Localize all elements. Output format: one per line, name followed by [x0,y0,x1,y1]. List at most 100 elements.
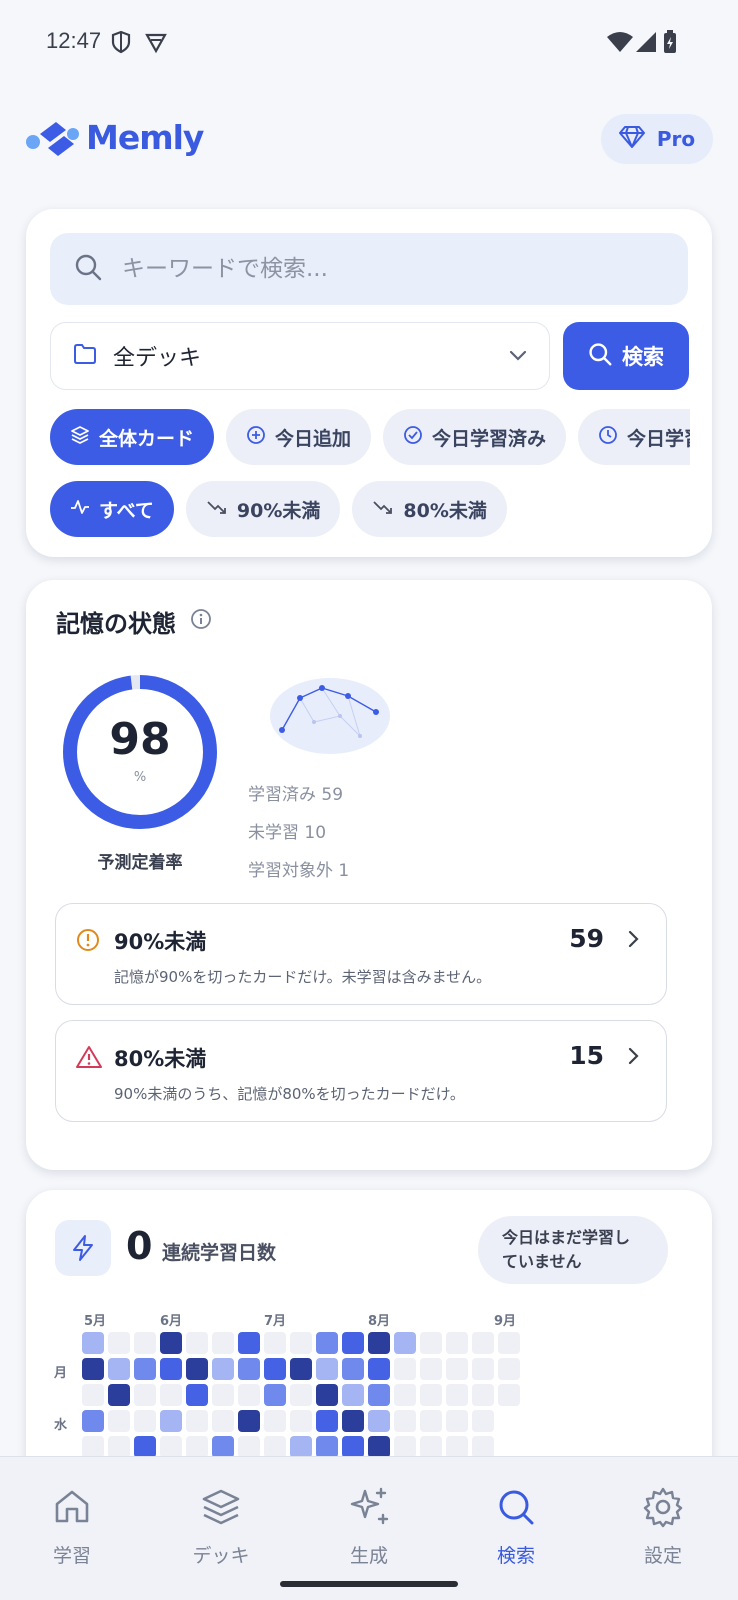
heatmap-cell [82,1332,104,1354]
heatmap-cell [342,1358,364,1380]
heatmap-cell [134,1384,156,1406]
heatmap-cell [498,1358,520,1380]
stat-unstudied: 未学習 10 [248,823,327,843]
nav-label: 検索 [496,1545,535,1567]
heatmap-cell [342,1410,364,1432]
threshold-chip-label: 90%未満 [236,499,321,522]
threshold-chip-under-90[interactable]: 90%未満 [185,481,341,537]
trending-down-icon [372,498,394,521]
home-indicator[interactable] [280,1581,458,1587]
threshold-chip-all[interactable]: すべて [50,481,174,537]
heatmap-cell [264,1358,286,1380]
heatmap-cell [316,1358,338,1380]
nav-item-settings[interactable]: 設定 [613,1483,713,1568]
heatmap-cell [420,1384,442,1406]
threshold-title: 80%未満 [114,1047,207,1071]
heatmap-cell [498,1384,520,1406]
search-field[interactable] [50,233,688,305]
nav-item-generate[interactable]: 生成 [319,1483,419,1568]
day-label: 水 [54,1418,68,1433]
activity-icon [70,497,90,522]
home-icon [22,1483,122,1531]
heatmap-cell [238,1410,260,1432]
chevron-right-icon [628,1047,640,1069]
heatmap-cell [290,1436,312,1458]
filter-chip-today-studied[interactable]: 今日学習済み [383,409,567,465]
heatmap-cell [316,1384,338,1406]
heatmap-cell [264,1332,286,1354]
heatmap-cell [212,1436,234,1458]
stat-studied: 学習済み 59 [248,785,344,805]
status-bar: 12:47 [0,0,738,88]
diamond-icon [618,125,645,153]
info-icon[interactable] [190,608,212,636]
search-card: 全デッキ 検索 全体カード 今日追加 今日学習済み [26,209,712,557]
memly-logo-icon [26,118,80,164]
nav-item-search[interactable]: 検索 [466,1483,566,1568]
filter-chip-today-study[interactable]: 今日学習 [578,409,690,465]
battery-icon [662,30,678,58]
pro-button[interactable]: Pro [601,114,713,164]
nav-label: 生成 [349,1545,388,1567]
check-circle-icon [403,425,423,450]
heatmap-cell [82,1358,104,1380]
heatmap-cell [238,1358,260,1380]
heatmap-cell [160,1436,182,1458]
stat-excluded: 学習対象外 1 [248,861,350,881]
heatmap-cell [420,1436,442,1458]
heatmap-cell [82,1410,104,1432]
heatmap-cell [342,1332,364,1354]
heatmap-cell [160,1410,182,1432]
search-button[interactable]: 検索 [563,322,689,390]
heatmap-cell [134,1436,156,1458]
heatmap-cell [290,1384,312,1406]
month-label: 8月 [368,1314,391,1329]
heatmap-cell [368,1384,390,1406]
threshold-item-under-90[interactable]: 90%未満 59 記憶が90%を切ったカードだけ。未学習は含みません。 [55,903,667,1005]
nav-item-study[interactable]: 学習 [22,1483,122,1568]
filter-chip-all-cards[interactable]: 全体カード [50,409,215,465]
heatmap-cell [394,1384,416,1406]
filter-chip-today-added[interactable]: 今日追加 [226,409,372,465]
filter-chip-label: 今日学習済み [432,427,547,450]
heatmap-cell [264,1436,286,1458]
app-header: Memly Pro [0,100,738,180]
heatmap-cell [316,1410,338,1432]
heatmap-cell [238,1436,260,1458]
filter-chip-label: 今日学習 [627,427,690,450]
heatmap-cell [134,1410,156,1432]
heatmap-cell [160,1384,182,1406]
layers-icon [70,425,90,450]
streak-count: 0 [126,1224,153,1268]
threshold-item-under-80[interactable]: 80%未満 15 90%未満のうち、記憶が80%を切ったカードだけ。 [55,1020,667,1122]
memory-network-graphic [270,674,396,760]
heatmap-cell [342,1436,364,1458]
sparkles-icon [319,1483,419,1531]
heatmap-cell [472,1384,494,1406]
heatmap-cell [394,1410,416,1432]
threshold-chip-under-80[interactable]: 80%未満 [352,481,507,537]
month-label: 7月 [264,1314,287,1329]
heatmap-cell [368,1410,390,1432]
memory-status-title: 記憶の状態 [56,610,176,638]
search-input[interactable] [122,256,642,282]
deck-select[interactable]: 全デッキ [50,322,550,390]
nav-label: 学習 [52,1545,91,1567]
heatmap-cell [316,1332,338,1354]
threshold-title: 90%未満 [114,930,207,954]
nav-item-decks[interactable]: デッキ [171,1483,271,1568]
nav-label: デッキ [192,1545,250,1567]
heatmap-cell [134,1358,156,1380]
heatmap-cell [446,1332,468,1354]
heatmap-cell [420,1332,442,1354]
heatmap-cell [498,1332,520,1354]
signal-icon [634,30,658,58]
heatmap-cell [342,1384,364,1406]
filter-chip-label: 全体カード [99,427,195,450]
status-time: 12:47 [46,28,102,53]
retention-unit: % [133,770,147,785]
nav-label: 設定 [643,1545,682,1567]
threshold-description: 記憶が90%を切ったカードだけ。未学習は含みません。 [114,968,492,986]
heatmap-cell [186,1410,208,1432]
deck-select-value: 全デッキ [113,346,202,371]
